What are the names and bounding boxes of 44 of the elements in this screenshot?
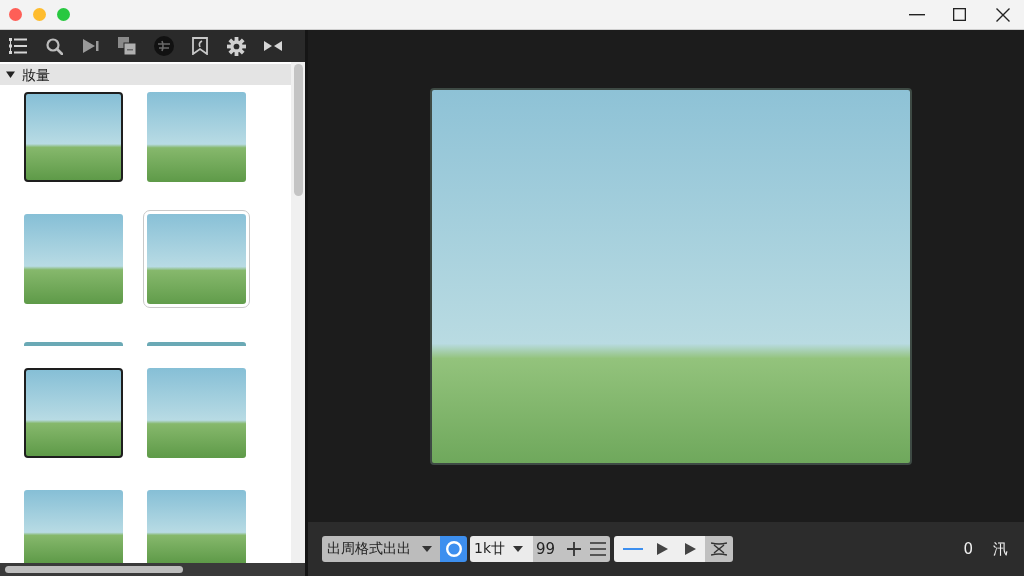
format-dropdown[interactable]: 出周格式出出 [322, 536, 440, 562]
list-icon [9, 38, 27, 54]
vertical-scrollbar[interactable] [291, 62, 305, 563]
image-thumbnail[interactable] [147, 368, 246, 458]
menu-icon [590, 542, 606, 556]
circle-toggle-button[interactable] [440, 536, 467, 562]
line-icon [623, 548, 643, 550]
caret-icon [422, 546, 432, 552]
traffic-light-zoom-button[interactable] [57, 8, 70, 21]
image-thumbnail[interactable] [24, 92, 123, 182]
compress-icon [711, 542, 727, 556]
size-dropdown[interactable]: 1k廿 [470, 536, 533, 562]
image-thumbnail[interactable] [147, 342, 246, 346]
plus-icon [567, 542, 581, 556]
maximize-icon [953, 8, 966, 21]
play-icon [684, 543, 696, 555]
image-thumbnail[interactable] [24, 342, 123, 346]
image-thumbnail[interactable] [24, 368, 123, 458]
minimize-icon [908, 13, 925, 16]
play-icon [656, 543, 668, 555]
image-thumbnail[interactable] [24, 490, 123, 563]
compress-button[interactable] [705, 536, 733, 562]
image-thumbnail[interactable] [147, 92, 246, 182]
search-icon [45, 37, 63, 55]
group-label: 妝量 [22, 65, 50, 84]
group-header[interactable]: 妝量 [0, 64, 291, 85]
status-label: 汛 [993, 539, 1008, 559]
globe-icon [153, 36, 174, 56]
close-icon [995, 7, 1010, 22]
traffic-light-close-button[interactable] [9, 8, 22, 21]
horizontal-scrollbar[interactable] [0, 563, 305, 576]
count-value: 99 [536, 540, 557, 558]
copy-icon [118, 37, 137, 55]
scrollbar-thumb[interactable] [294, 64, 303, 196]
image-thumbnail[interactable] [24, 214, 123, 304]
settings-icon [227, 36, 247, 56]
counter-label: 0 [963, 540, 973, 558]
scrollbar-thumb[interactable] [5, 566, 183, 573]
bookmark-icon [192, 37, 209, 55]
caret-icon [513, 546, 523, 552]
ring-icon [445, 541, 462, 557]
arrows-inward-icon [263, 41, 282, 51]
skip-forward-icon [82, 39, 99, 53]
image-thumbnail[interactable] [147, 490, 246, 563]
